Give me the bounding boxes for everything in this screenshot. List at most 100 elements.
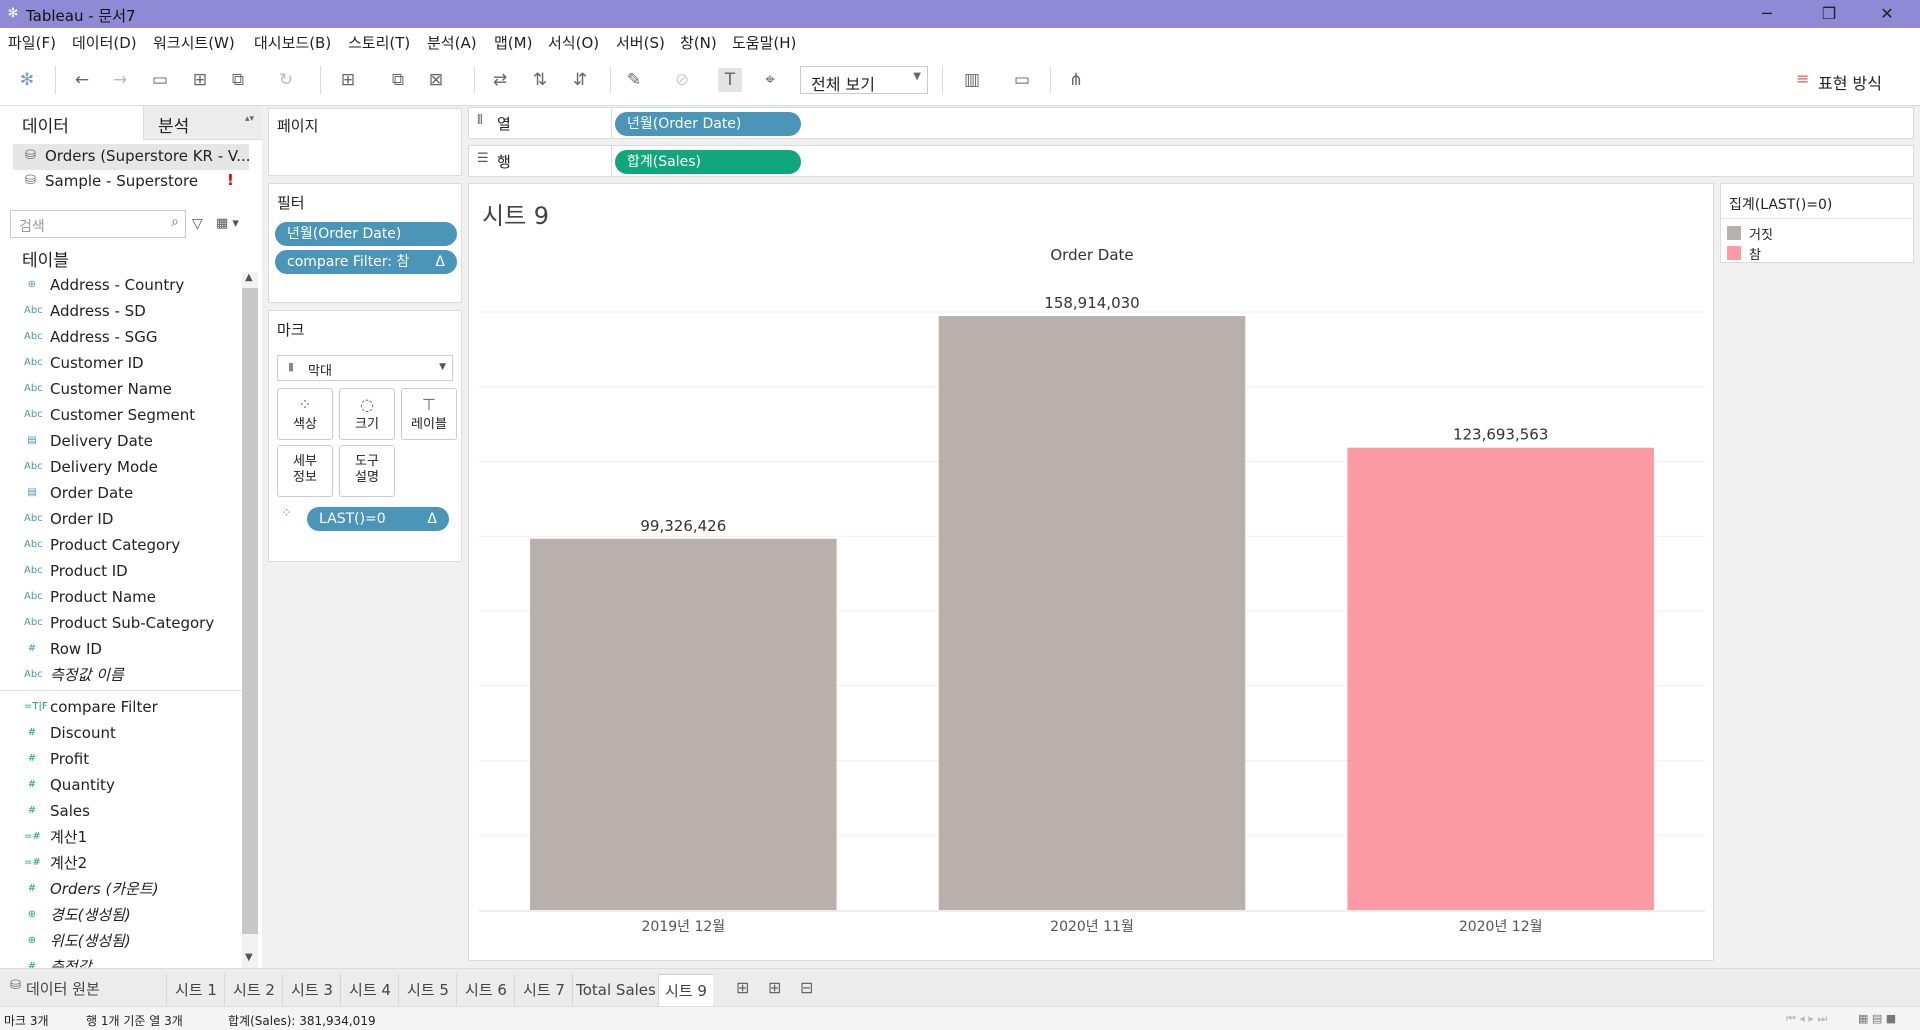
field-item[interactable]: ▤ Order Date (0, 480, 240, 506)
fix-axes-icon[interactable]: ⌖ (758, 68, 782, 92)
sheet-tab[interactable]: 시트 1 (166, 974, 225, 1006)
field-item[interactable]: # Orders (카운트) (0, 876, 240, 902)
restore-icon[interactable]: ❐ (1806, 2, 1852, 26)
sheet-tab[interactable]: 시트 3 (282, 974, 341, 1006)
sort-descending-icon[interactable]: ⇵ (568, 68, 592, 92)
share-icon[interactable]: ⋔ (1064, 68, 1088, 92)
mark-pill-last[interactable]: LAST()=0 Δ (307, 507, 449, 531)
scroll-up-icon[interactable]: ▲ (245, 272, 253, 283)
sort-ascending-icon[interactable]: ⇅ (528, 68, 552, 92)
sheet-tab[interactable]: 시트 2 (224, 974, 283, 1006)
tab-data[interactable]: 데이터 (0, 106, 144, 140)
sheet-tab[interactable]: 시트 4 (340, 974, 399, 1006)
bar[interactable] (938, 316, 1246, 910)
filter-icon[interactable]: ▽ (192, 216, 203, 232)
show-me-button[interactable]: ≡ 표현 방식 (1790, 68, 1900, 93)
pause-updates-icon[interactable]: ⧉ (226, 68, 250, 92)
legend-item-true[interactable]: 참 (1727, 244, 1907, 264)
menu-server[interactable]: 서버(S) (616, 32, 665, 53)
mark-type-dropdown[interactable]: ▮ 막대 ▼ (277, 355, 453, 381)
field-item[interactable]: ⊕ 위도(생성됨) (0, 928, 240, 954)
field-item[interactable]: Abc Delivery Mode (0, 454, 240, 480)
menu-help[interactable]: 도움말(H) (732, 32, 796, 53)
minimize-icon[interactable]: ─ (1744, 2, 1790, 26)
view-mode-dropdown[interactable]: 전체 보기 ▼ (800, 66, 928, 94)
scrollbar-thumb[interactable] (242, 288, 258, 934)
tooltip-mark-button[interactable]: 도구 설명 (339, 445, 395, 497)
tab-datasource[interactable]: ⛁ 데이터 원본 (0, 972, 160, 1006)
scroll-down-icon[interactable]: ▼ (245, 952, 253, 963)
detail-mark-button[interactable]: 세부 정보 (277, 445, 333, 497)
field-item[interactable]: Abc Customer ID (0, 350, 240, 376)
swap-rows-columns-icon[interactable]: ⇄ (488, 68, 512, 92)
group-icon[interactable]: ⊘ (670, 68, 694, 92)
datasource-sample[interactable]: ⛁ Sample - Superstore ! (13, 170, 249, 194)
size-mark-button[interactable]: ◌ 크기 (339, 388, 395, 440)
field-item[interactable]: =T|F compare Filter (0, 694, 240, 720)
scrollbar[interactable]: ▲ ▼ (242, 272, 258, 968)
duplicate-sheet-icon[interactable]: ⧉ (386, 68, 410, 92)
filter-pill-compare[interactable]: compare Filter: 참 Δ (275, 250, 457, 274)
field-item[interactable]: # Discount (0, 720, 240, 746)
field-item[interactable]: Abc Address - SGG (0, 324, 240, 350)
menu-window[interactable]: 창(N) (680, 32, 717, 53)
field-item[interactable]: Abc Product Sub-Category (0, 610, 240, 636)
highlight-icon[interactable]: ✎ (622, 68, 646, 92)
field-item[interactable]: Abc Order ID (0, 506, 240, 532)
columns-shelf[interactable]: ⦀ 열 년월(Order Date) (468, 107, 1914, 139)
pages-card[interactable]: 페이지 (268, 108, 462, 176)
close-icon[interactable]: ✕ (1864, 2, 1910, 26)
field-item[interactable]: =# 계산2 (0, 850, 240, 876)
save-icon[interactable]: ▭ (148, 68, 172, 92)
field-item[interactable]: ▤ Delivery Date (0, 428, 240, 454)
field-item[interactable]: =# 계산1 (0, 824, 240, 850)
sheet-tab[interactable]: Total Sales (572, 974, 659, 1006)
bar[interactable] (1347, 447, 1654, 910)
sheet-tab[interactable]: 시트 7 (514, 974, 573, 1006)
tab-analysis[interactable]: 분석 ▴▾ (144, 106, 262, 140)
filter-pill-order-date[interactable]: 년월(Order Date) (275, 222, 457, 246)
new-datasource-icon[interactable]: ⊞ (188, 68, 212, 92)
sheet-sorter-icon[interactable]: ▦ ▤ ■ (1858, 1012, 1896, 1025)
sheet-tab[interactable]: 시트 5 (398, 974, 457, 1006)
tab-navigation-icon[interactable]: ⏮ ◂ ▸ ⏭ (1786, 1012, 1827, 1026)
refresh-icon[interactable]: ↻ (274, 68, 298, 92)
filters-card[interactable]: 필터 년월(Order Date) compare Filter: 참 Δ (268, 183, 462, 303)
rows-pill-sales[interactable]: 합계(Sales) (615, 150, 801, 174)
field-item[interactable]: # Sales (0, 798, 240, 824)
field-item[interactable]: Abc Customer Segment (0, 402, 240, 428)
menu-file[interactable]: 파일(F) (8, 32, 56, 53)
menu-story[interactable]: 스토리(T) (348, 32, 410, 53)
field-item[interactable]: Abc 측정값 이름 (0, 662, 240, 688)
field-item[interactable]: Abc Product Name (0, 584, 240, 610)
view-options-icon[interactable]: ▦ ▾ (216, 216, 239, 231)
new-worksheet-icon[interactable]: ⊞ (336, 68, 360, 92)
new-dashboard-tab-icon[interactable]: ⊞ (768, 978, 781, 997)
field-item[interactable]: ⊕ 경도(생성됨) (0, 902, 240, 928)
menu-dashboard[interactable]: 대시보드(B) (254, 32, 331, 53)
menu-map[interactable]: 맵(M) (494, 32, 532, 53)
field-item[interactable]: Abc Product Category (0, 532, 240, 558)
presentation-mode-icon[interactable]: ▭ (1010, 68, 1034, 92)
clear-sheet-icon[interactable]: ⊠ (424, 68, 448, 92)
sheet-tab[interactable]: 시트 6 (456, 974, 515, 1006)
undo-icon[interactable]: ← (70, 68, 94, 92)
new-worksheet-tab-icon[interactable]: ⊞ (736, 978, 749, 997)
menu-data[interactable]: 데이터(D) (72, 32, 137, 53)
color-mark-button[interactable]: ⁘ 색상 (277, 388, 333, 440)
menu-worksheet[interactable]: 워크시트(W) (153, 32, 235, 53)
field-item[interactable]: # 측정값 (0, 954, 240, 968)
legend-item-false[interactable]: 거짓 (1727, 224, 1907, 244)
label-mark-button[interactable]: ⊤ 레이블 (401, 388, 457, 440)
bar[interactable] (530, 538, 837, 910)
field-item[interactable]: ⊕ Address - Country (0, 272, 240, 298)
field-item[interactable]: # Quantity (0, 772, 240, 798)
redo-icon[interactable]: → (108, 68, 132, 92)
tableau-home-icon[interactable]: ✻ (15, 68, 39, 92)
field-item[interactable]: Abc Customer Name (0, 376, 240, 402)
menu-analysis[interactable]: 분석(A) (427, 32, 477, 53)
sheet-tab[interactable]: 시트 9 (658, 974, 713, 1007)
field-item[interactable]: Abc Product ID (0, 558, 240, 584)
new-story-tab-icon[interactable]: ⊟ (800, 978, 813, 997)
menu-format[interactable]: 서식(O) (548, 32, 599, 53)
